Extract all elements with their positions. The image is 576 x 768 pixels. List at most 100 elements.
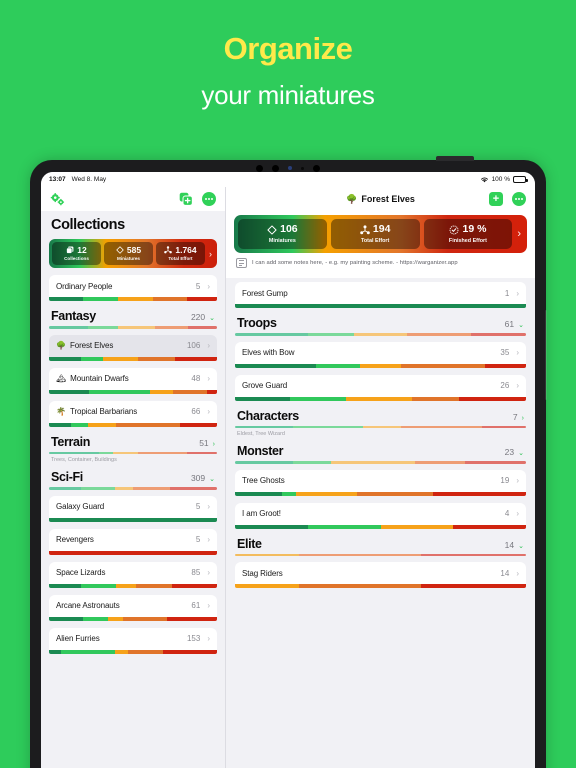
chevron-right-icon[interactable]: › xyxy=(522,415,524,422)
item-count: 5 xyxy=(195,535,201,544)
group-header[interactable]: Troops 61 ⌄ xyxy=(235,315,526,336)
group-count: 23 xyxy=(504,447,515,457)
list-item[interactable]: 🌳 Forest Elves 106 › xyxy=(49,334,217,361)
item-name: Elves with Bow xyxy=(242,348,295,357)
stat-value: 12 xyxy=(77,244,87,255)
progress-bar xyxy=(49,517,217,522)
chevron-right-icon: › xyxy=(207,601,210,610)
chevron-down-icon[interactable]: ⌄ xyxy=(518,321,524,329)
power-button[interactable] xyxy=(436,156,474,161)
stat-label: Total Effort xyxy=(168,256,193,262)
group-header[interactable]: Characters 7 › Eldest, Tree Wizard xyxy=(235,408,526,437)
list-item[interactable]: Forest Gump 1 › xyxy=(235,282,526,308)
gears-icon[interactable] xyxy=(50,192,65,206)
item-emoji-icon: 🌴 xyxy=(56,406,66,416)
check-badge-icon xyxy=(450,225,459,234)
battery-percent: 100 % xyxy=(491,176,510,183)
stat-value: 585 xyxy=(126,244,142,255)
progress-bar xyxy=(49,583,217,588)
item-name: Ordinary People xyxy=(56,281,113,291)
tablet-device-frame: 13:07 Wed 8. May 100 % Collections 12 Co… xyxy=(30,156,547,768)
item-name: Space Lizards xyxy=(56,568,106,577)
detail-stats-summary[interactable]: 106 Miniatures 194 Total Effort 19 % Fin… xyxy=(234,215,527,253)
list-item[interactable]: Space Lizards 85 › xyxy=(49,561,217,588)
device-edge-highlight xyxy=(545,310,547,400)
camera-lens-icon xyxy=(272,164,279,172)
item-count: 48 xyxy=(191,374,201,383)
battery-icon xyxy=(513,176,528,183)
group-header[interactable]: Monster 23 ⌄ xyxy=(235,443,526,464)
chevron-down-icon[interactable]: ⌄ xyxy=(518,542,524,550)
add-collection-icon[interactable] xyxy=(179,192,193,206)
effort-icon xyxy=(164,246,173,254)
chevron-right-icon: › xyxy=(207,568,210,577)
list-item[interactable]: Grove Guard 26 › xyxy=(235,374,526,401)
chevron-right-icon: › xyxy=(207,281,210,291)
copy-icon xyxy=(66,246,74,254)
status-bar: 13:07 Wed 8. May 100 % xyxy=(41,172,535,187)
stat-label: Finished Effort xyxy=(448,237,487,244)
promo-headline: Organize xyxy=(223,31,353,66)
group-header[interactable]: Sci-Fi 309 ⌄ xyxy=(49,469,217,490)
item-count: 5 xyxy=(195,281,201,291)
chevron-right-icon: › xyxy=(207,502,210,511)
list-item[interactable]: Arcane Astronauts 61 › xyxy=(49,594,217,621)
chevron-right-icon: › xyxy=(516,509,519,518)
group-header[interactable]: Fantasy 220 ⌄ xyxy=(49,308,217,329)
list-item[interactable]: I am Groot! 4 › xyxy=(235,502,526,529)
chevron-right-icon: › xyxy=(209,248,212,259)
progress-bar xyxy=(49,422,217,427)
item-name: Mountain Dwarfs xyxy=(70,374,129,383)
list-item[interactable]: Stag Riders 14 › xyxy=(235,562,526,588)
list-item[interactable]: Tree Ghosts 19 › xyxy=(235,469,526,496)
chevron-right-icon: › xyxy=(516,381,519,390)
wifi-icon xyxy=(480,177,488,183)
item-name: Stag Riders xyxy=(242,568,283,578)
promo-banner: Organize your miniatures xyxy=(0,0,576,112)
camera-lens-icon xyxy=(256,164,263,172)
sensor-icon xyxy=(288,166,292,170)
status-time: 13:07 xyxy=(49,176,66,183)
item-count: 5 xyxy=(195,502,201,511)
item-name: Revengers xyxy=(56,535,94,544)
group-subtitle: Trees, Container, Buildings xyxy=(51,457,117,463)
progress-bar xyxy=(49,326,217,329)
group-title: Monster xyxy=(237,444,284,458)
list-item[interactable]: 🏔 Mountain Dwarfs 48 › xyxy=(49,367,217,394)
progress-bar xyxy=(49,389,217,394)
sidebar-scroll-area[interactable]: Collections 12 Collections 585 Miniature… xyxy=(41,211,225,768)
collection-note[interactable]: I can add some notes here, - e.g. my pai… xyxy=(234,253,527,272)
item-count: 14 xyxy=(500,568,510,578)
chevron-down-icon[interactable]: ⌄ xyxy=(209,314,215,322)
item-count: 1 xyxy=(504,288,510,298)
progress-bar xyxy=(49,356,217,361)
list-item[interactable]: Alien Furries 153 › xyxy=(49,627,217,654)
stat-value: 1.764 xyxy=(175,244,197,255)
chevron-right-icon: › xyxy=(516,476,519,485)
item-name: Tree Ghosts xyxy=(242,476,285,485)
group-title: Troops xyxy=(237,316,277,330)
group-title: Terrain xyxy=(51,434,90,449)
chevron-right-icon: › xyxy=(516,568,519,578)
diamond-icon xyxy=(116,246,124,254)
chevron-right-icon[interactable]: › xyxy=(213,441,215,448)
chevron-down-icon[interactable]: ⌄ xyxy=(518,449,524,457)
list-item[interactable]: Revengers 5 › xyxy=(49,528,217,555)
list-item[interactable]: Galaxy Guard 5 › xyxy=(49,495,217,522)
item-name: Forest Gump xyxy=(242,288,288,298)
list-item[interactable]: Elves with Bow 35 › xyxy=(235,341,526,368)
list-item[interactable]: 🌴 Tropical Barbarians 66 › xyxy=(49,400,217,427)
chevron-right-icon: › xyxy=(207,634,210,643)
item-count: 4 xyxy=(504,509,510,518)
detail-scroll-area[interactable]: Forest Gump 1 › Troops 61 ⌄ Elves with Bow 35 › G… xyxy=(226,278,535,768)
sidebar-stats-summary[interactable]: 12 Collections 585 Miniatures 1.764 Tota… xyxy=(49,239,217,268)
sidebar-more-button[interactable] xyxy=(202,192,216,206)
detail-more-button[interactable] xyxy=(512,192,526,206)
group-header[interactable]: Elite 14 ⌄ xyxy=(235,536,526,556)
group-header[interactable]: Terrain 51 › Trees, Container, Buildings xyxy=(49,434,217,463)
group-count: 220 xyxy=(190,312,206,322)
list-item[interactable]: Ordinary People 5 › xyxy=(49,275,217,301)
progress-bar xyxy=(49,451,217,454)
add-miniature-button[interactable]: + xyxy=(489,192,503,206)
chevron-down-icon[interactable]: ⌄ xyxy=(209,475,215,483)
